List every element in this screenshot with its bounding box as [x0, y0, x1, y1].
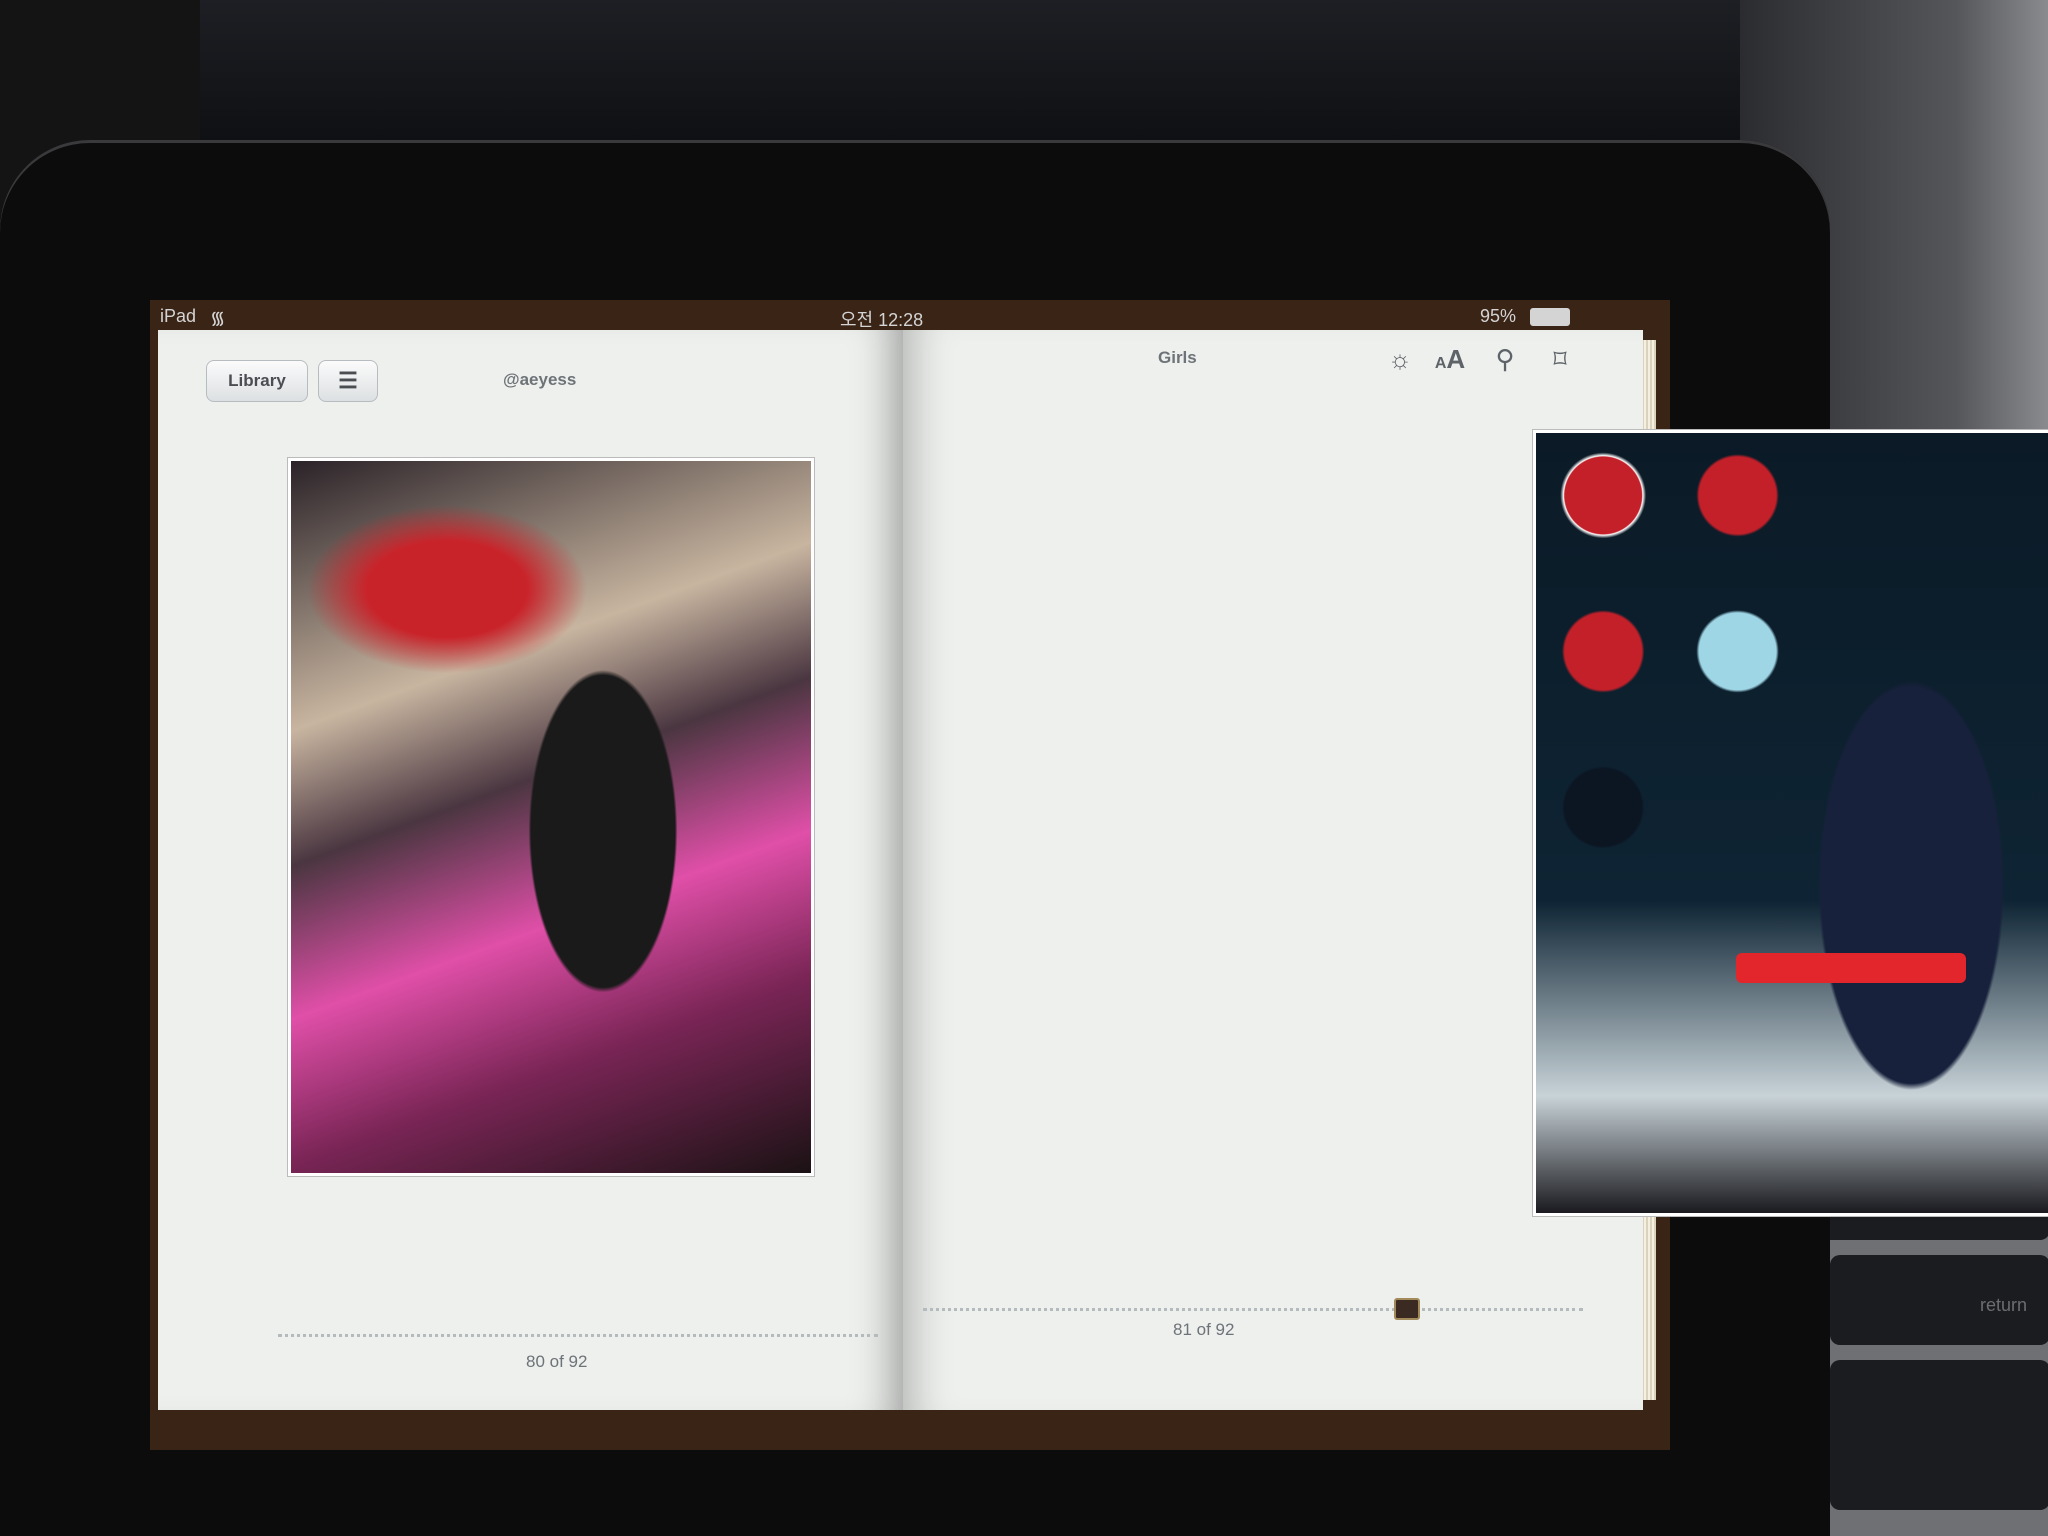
photo-detail-belt: [1736, 953, 1966, 983]
battery-percent: 95%: [1480, 306, 1517, 326]
font-size-icon[interactable]: AA: [1433, 342, 1467, 376]
book-title: @aeyess: [503, 370, 577, 389]
list-icon: ☰: [338, 368, 358, 393]
chapter-title: Girls: [1158, 348, 1197, 367]
wifi-icon: ᯾: [210, 308, 226, 328]
keyboard-key: [1830, 1360, 2048, 1510]
left-page-number: 80 of 92: [526, 1352, 588, 1371]
left-page[interactable]: Library ☰ @aeyess 80 of 92: [158, 330, 903, 1410]
ibooks-open-book: Library ☰ @aeyess 80 of 92 Girls ☼ AA ⚲ …: [158, 330, 2048, 1420]
return-key: return: [1830, 1255, 2048, 1345]
library-button[interactable]: Library: [206, 360, 308, 402]
page-progress-track[interactable]: [278, 1334, 878, 1337]
battery-icon: [1530, 308, 1570, 326]
return-key-label: return: [1980, 1295, 2028, 1315]
sun-icon[interactable]: ☼: [1383, 342, 1417, 376]
right-page-number: 81 of 92: [1173, 1320, 1235, 1339]
background-laptop-screen: [200, 0, 1940, 160]
right-page[interactable]: Girls ☼ AA ⚲ ⌑ 81 of 92: [903, 330, 2048, 1410]
search-icon[interactable]: ⚲: [1488, 342, 1522, 376]
status-time: 오전 12:28: [840, 310, 924, 330]
device-name: iPad: [160, 306, 197, 326]
page-progress-marker[interactable]: [1394, 1298, 1421, 1320]
status-bar: iPad ᯾ 오전 12:28 95%: [150, 302, 1670, 330]
bookmark-icon[interactable]: ⌑: [1543, 342, 1577, 376]
page-progress-track[interactable]: [923, 1308, 1583, 1311]
right-page-photo: [1533, 430, 2048, 1216]
left-page-photo: [288, 458, 814, 1176]
contents-button[interactable]: ☰: [318, 360, 378, 402]
